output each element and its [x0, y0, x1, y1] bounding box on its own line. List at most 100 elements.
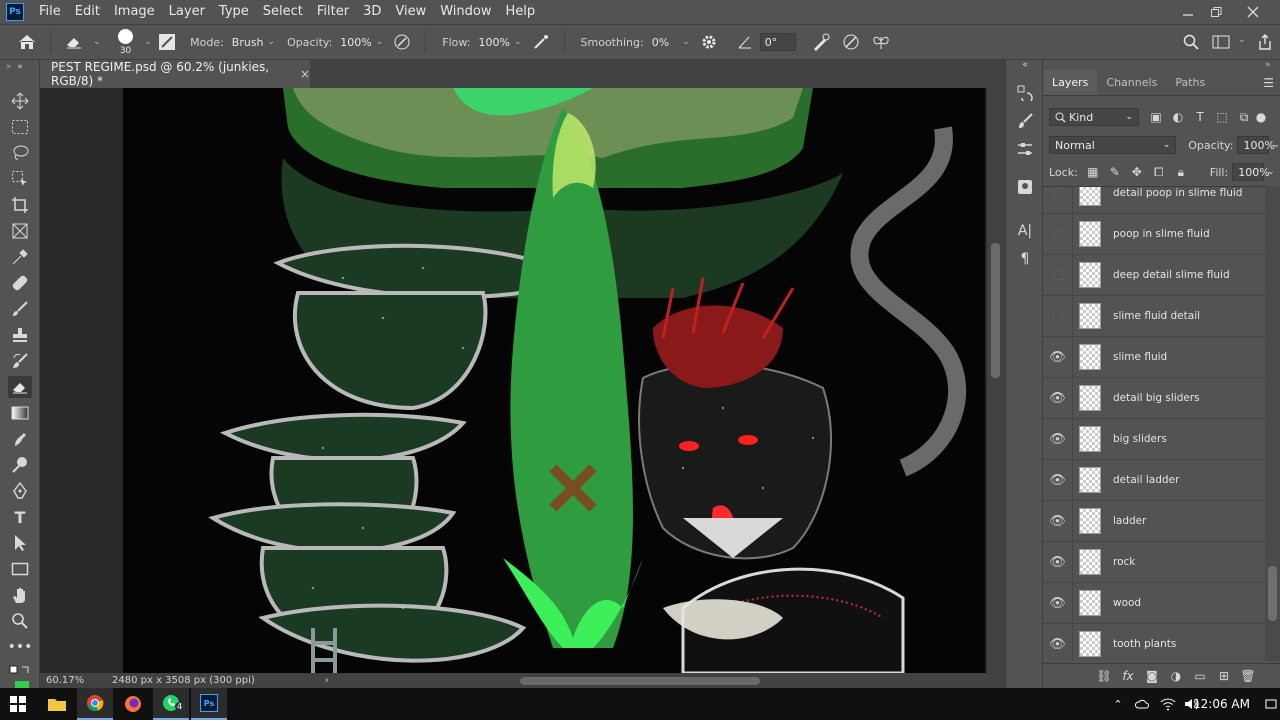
visibility-toggle[interactable]: 👁︎: [1043, 582, 1073, 624]
brush-angle-field[interactable]: 0°: [759, 33, 796, 51]
taskbar-clock[interactable]: 12:06 AM: [1193, 688, 1250, 720]
more-tools-button[interactable]: •••: [8, 636, 33, 658]
chevron-down-icon[interactable]: ⌄: [1238, 35, 1246, 45]
layer-row[interactable]: slime fluid detail: [1043, 295, 1265, 337]
pen-tool[interactable]: [8, 480, 32, 502]
start-button[interactable]: [0, 688, 36, 720]
adjustments-panel-button[interactable]: [1014, 138, 1036, 160]
layer-row[interactable]: poop in slime fluid: [1043, 213, 1265, 255]
lock-artboard-icon[interactable]: ⧠: [1150, 163, 1168, 181]
tray-overflow-button[interactable]: ⌃: [1106, 688, 1130, 720]
butterfly-symmetry-button[interactable]: [870, 31, 892, 53]
type-tool[interactable]: T: [8, 506, 32, 528]
add-mask-icon[interactable]: ◙: [1143, 667, 1161, 685]
history-panel-button[interactable]: [1014, 82, 1036, 104]
taskbar-photoshop[interactable]: Ps: [191, 688, 227, 720]
visibility-toggle[interactable]: [1043, 187, 1073, 214]
lock-transparent-icon[interactable]: ▦: [1084, 163, 1102, 181]
document-tab[interactable]: PEST REGIME.psd @ 60.2% (junkies, RGB/8)…: [40, 60, 310, 88]
layer-row[interactable]: 👁︎ rock: [1043, 541, 1265, 583]
smudge-tool[interactable]: [8, 428, 32, 450]
menu-image[interactable]: Image: [107, 0, 162, 24]
visibility-toggle[interactable]: 👁︎: [1043, 623, 1073, 661]
search-button[interactable]: [1180, 31, 1202, 53]
visibility-toggle[interactable]: 👁︎: [1043, 500, 1073, 542]
tab-layers[interactable]: Layers: [1043, 70, 1098, 95]
menu-layer[interactable]: Layer: [162, 0, 212, 24]
new-adjustment-icon[interactable]: ◑: [1167, 667, 1185, 685]
home-button[interactable]: [16, 31, 38, 53]
scroll-thumb[interactable]: [991, 243, 1000, 378]
smoothing-field[interactable]: 0% ⌄: [648, 33, 694, 51]
shape-filter-icon[interactable]: ⬚: [1213, 108, 1231, 126]
canvas-area[interactable]: [40, 88, 987, 673]
new-layer-icon[interactable]: ⊞: [1215, 667, 1233, 685]
lock-all-icon[interactable]: 🔒︎: [1172, 163, 1190, 181]
layers-scrollbar[interactable]: [1265, 186, 1280, 661]
layer-style-icon[interactable]: fx: [1119, 667, 1137, 685]
character-panel-button[interactable]: A|: [1014, 220, 1036, 242]
crop-tool[interactable]: [8, 194, 32, 216]
rectangle-tool[interactable]: [8, 558, 32, 580]
menu-file[interactable]: File: [32, 0, 68, 24]
layer-row[interactable]: 👁︎ tooth plants: [1043, 623, 1265, 661]
menu-help[interactable]: Help: [499, 0, 543, 24]
brush-settings-button[interactable]: [156, 31, 178, 53]
new-group-icon[interactable]: ▭: [1191, 667, 1209, 685]
taskbar-whatsapp[interactable]: 4: [153, 688, 189, 720]
lock-image-icon[interactable]: ✎: [1106, 163, 1124, 181]
layer-opacity-field[interactable]: 100%: [1237, 136, 1275, 154]
lasso-tool[interactable]: [8, 142, 32, 164]
mode-dropdown[interactable]: Brush ⌄: [228, 33, 279, 51]
visibility-toggle[interactable]: [1043, 254, 1073, 296]
lock-position-icon[interactable]: ✥: [1128, 163, 1146, 181]
flow-field[interactable]: 100% ⌄: [475, 33, 526, 51]
visibility-toggle[interactable]: 👁︎: [1043, 541, 1073, 583]
visibility-toggle[interactable]: 👁︎: [1043, 459, 1073, 501]
tab-channels[interactable]: Channels: [1097, 70, 1166, 95]
menu-3d[interactable]: 3D: [356, 0, 388, 24]
layer-row[interactable]: 👁︎ detail ladder: [1043, 459, 1265, 501]
move-tool[interactable]: [8, 90, 32, 112]
chevron-down-icon[interactable]: ⌄: [1272, 140, 1280, 150]
filter-toggle-icon[interactable]: ●: [1256, 108, 1266, 126]
hand-tool[interactable]: [8, 584, 32, 606]
layer-row[interactable]: 👁︎ slime fluid: [1043, 336, 1265, 378]
layer-row[interactable]: deep detail slime fluid: [1043, 254, 1265, 296]
artwork-canvas[interactable]: [123, 88, 985, 673]
visibility-toggle[interactable]: 👁︎: [1043, 336, 1073, 378]
type-filter-icon[interactable]: T: [1191, 108, 1209, 126]
expand-icon[interactable]: »: [0, 62, 30, 72]
collapse-icon[interactable]: «: [1014, 60, 1036, 70]
canvas-horizontal-scrollbar[interactable]: [520, 677, 760, 685]
libraries-panel-button[interactable]: [1014, 176, 1036, 198]
path-selection-tool[interactable]: [8, 532, 32, 554]
status-chevron-icon[interactable]: ›: [325, 675, 329, 686]
airbrush-button[interactable]: [530, 31, 552, 53]
taskbar-file-explorer[interactable]: [39, 688, 75, 720]
color-swatches[interactable]: [8, 664, 32, 688]
chevron-down-icon[interactable]: ⌄: [1267, 167, 1275, 177]
layer-row[interactable]: 👁︎ wood: [1043, 582, 1265, 624]
clone-stamp-tool[interactable]: [8, 324, 32, 346]
panel-menu-icon[interactable]: ☰: [1263, 70, 1274, 95]
chevron-down-icon[interactable]: ⌄: [145, 37, 153, 47]
pixel-filter-icon[interactable]: ▣: [1147, 108, 1165, 126]
pressure-opacity-button[interactable]: [391, 31, 413, 53]
expand-icon[interactable]: »: [1265, 60, 1271, 70]
notifications-button[interactable]: [1262, 688, 1280, 720]
layer-row[interactable]: 👁︎ big sliders: [1043, 418, 1265, 460]
trash-icon[interactable]: 🗑︎: [1239, 667, 1257, 685]
taskbar-chrome[interactable]: [77, 688, 113, 720]
scroll-thumb[interactable]: [1268, 566, 1277, 621]
menu-edit[interactable]: Edit: [68, 0, 107, 24]
healing-brush-tool[interactable]: [8, 272, 32, 294]
visibility-toggle[interactable]: [1043, 213, 1073, 255]
smart-object-filter-icon[interactable]: ⧉: [1235, 108, 1253, 126]
tray-wifi-button[interactable]: [1156, 688, 1180, 720]
tab-paths[interactable]: Paths: [1166, 70, 1214, 95]
zoom-level[interactable]: 60.17%: [40, 675, 100, 686]
fill-field[interactable]: 100%: [1232, 163, 1270, 181]
menu-select[interactable]: Select: [256, 0, 310, 24]
menu-window[interactable]: Window: [433, 0, 498, 24]
